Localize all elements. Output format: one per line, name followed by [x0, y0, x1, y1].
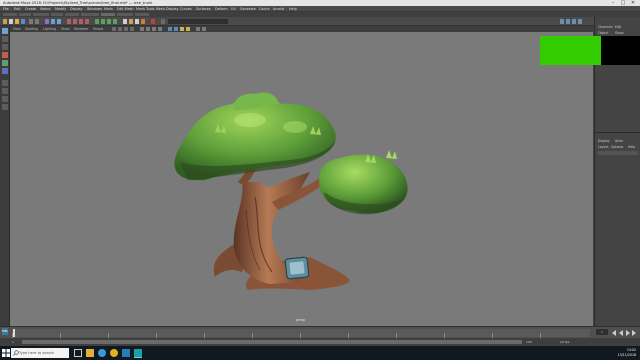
file-explorer-icon[interactable] — [86, 349, 94, 357]
search-icon — [12, 350, 19, 356]
render-current-icon[interactable] — [123, 19, 127, 24]
channel-tab-show[interactable]: Show — [615, 31, 624, 35]
panel-divider — [595, 132, 640, 133]
layer-tab-display[interactable]: Display — [598, 139, 610, 143]
scale-tool-icon[interactable] — [1, 68, 8, 74]
snap-curve-icon[interactable] — [101, 19, 105, 24]
arnold-render-icon[interactable] — [151, 19, 155, 24]
green-overlay-box — [540, 36, 601, 65]
maya-app-icon[interactable] — [134, 349, 142, 358]
range-bar[interactable] — [22, 340, 522, 344]
render-settings-icon[interactable] — [135, 19, 139, 24]
fps-dropdown[interactable]: 24 fps — [560, 339, 569, 345]
photoshop-icon[interactable] — [122, 349, 130, 357]
taskbar-clock[interactable]: 13:02 13/11/2018 — [618, 348, 636, 358]
current-frame-marker[interactable] — [13, 329, 15, 337]
windows-taskbar: Type here to search 13:02 13/11/2018 — [0, 346, 640, 360]
redo-icon[interactable] — [35, 19, 39, 24]
mask-uv-icon[interactable] — [85, 19, 89, 24]
search-placeholder: Type here to search — [19, 351, 55, 355]
playback-controls[interactable] — [610, 329, 638, 337]
mode-menu-icon[interactable] — [3, 19, 7, 24]
input-line-icon[interactable] — [161, 19, 165, 24]
channel-tab-object[interactable]: Object — [598, 31, 608, 35]
layer-row[interactable] — [598, 151, 638, 155]
snap-surface-icon[interactable] — [113, 19, 117, 24]
layer-menu-help[interactable]: Help — [628, 145, 635, 149]
chrome-browser-icon[interactable] — [110, 349, 118, 357]
lasso-tool-icon[interactable] — [1, 36, 8, 42]
undo-icon[interactable] — [29, 19, 33, 24]
time-slider[interactable]: MEL 1 — [0, 326, 640, 339]
ipr-render-icon[interactable] — [129, 19, 133, 24]
mask-faces-icon[interactable] — [79, 19, 83, 24]
current-frame-field[interactable]: 1 — [596, 329, 608, 335]
viewport-persp[interactable]: persp — [10, 32, 593, 326]
rotate-tool-icon[interactable] — [1, 60, 8, 66]
mel-label: MEL — [2, 328, 9, 335]
move-tool-icon[interactable] — [1, 52, 8, 58]
select-hierarchy-icon[interactable] — [45, 19, 49, 24]
select-component-icon[interactable] — [57, 19, 61, 24]
outliner-layout-icon[interactable] — [1, 96, 8, 102]
layer-tab-anim[interactable]: Anim — [615, 139, 623, 143]
mask-edges-icon[interactable] — [73, 19, 77, 24]
black-overlay-box — [601, 36, 640, 65]
hypershade-icon[interactable] — [141, 19, 145, 24]
clock-date: 13/11/2018 — [617, 353, 636, 357]
windows-start-icon[interactable] — [2, 349, 10, 357]
range-end[interactable]: 120 — [526, 339, 532, 345]
range-slider[interactable]: 1 120 24 fps — [0, 338, 640, 346]
new-scene-icon[interactable] — [9, 19, 13, 24]
toolbox — [0, 26, 10, 326]
layer-menu-layers[interactable]: Layers — [598, 145, 609, 149]
snap-grid-icon[interactable] — [95, 19, 99, 24]
single-view-icon[interactable] — [1, 80, 8, 86]
edge-browser-icon[interactable] — [98, 349, 106, 357]
range-start[interactable]: 1 — [12, 339, 14, 345]
name-field[interactable] — [168, 19, 228, 24]
channel-tab-channels[interactable]: Channels — [598, 25, 613, 29]
mask-vertices-icon[interactable] — [67, 19, 71, 24]
toggle-attribute-editor-icon[interactable] — [566, 19, 570, 24]
toggle-channel-box-icon[interactable] — [578, 19, 582, 24]
select-tool-icon[interactable] — [1, 28, 8, 34]
paint-select-icon[interactable] — [1, 44, 8, 50]
snap-point-icon[interactable] — [107, 19, 111, 24]
task-view-icon[interactable] — [74, 349, 82, 357]
time-ruler[interactable] — [12, 329, 590, 339]
save-scene-icon[interactable] — [21, 19, 25, 24]
taskbar-search-box[interactable]: Type here to search — [11, 348, 69, 358]
select-object-icon[interactable] — [51, 19, 55, 24]
status-line — [0, 17, 640, 26]
graph-layout-icon[interactable] — [1, 104, 8, 110]
toggle-modeling-toolkit-icon[interactable] — [560, 19, 564, 24]
channel-tab-edit[interactable]: Edit — [615, 25, 621, 29]
toggle-tool-settings-icon[interactable] — [572, 19, 576, 24]
open-scene-icon[interactable] — [15, 19, 19, 24]
four-view-icon[interactable] — [1, 88, 8, 94]
layer-menu-options[interactable]: Options — [611, 145, 623, 149]
camera-label: persp — [296, 318, 305, 322]
stylized-tree-model — [174, 92, 408, 290]
